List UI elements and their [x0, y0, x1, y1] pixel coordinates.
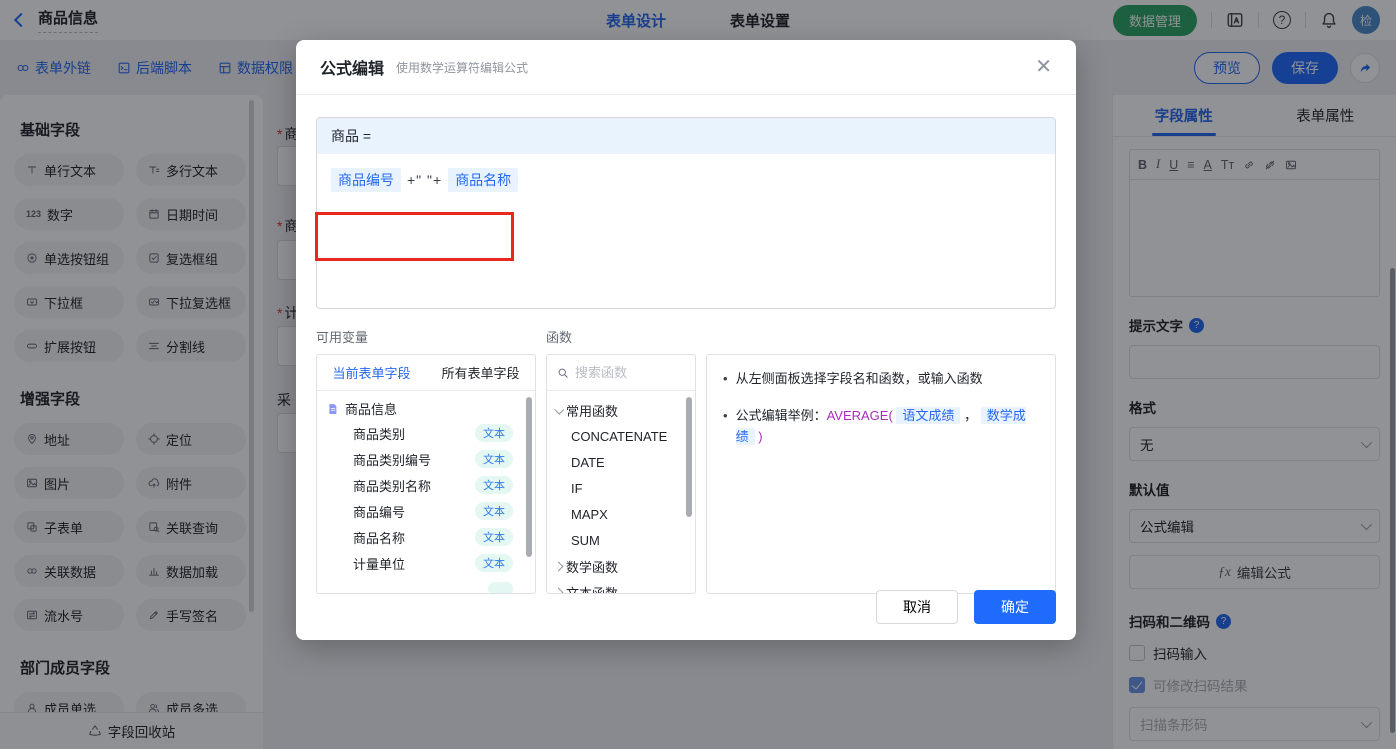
example-function-open: AVERAGE( — [826, 407, 893, 423]
type-badge: 文本 — [475, 476, 513, 494]
tab-current-form-fields[interactable]: 当前表单字段 — [332, 363, 410, 382]
type-badge: 文本 — [475, 424, 513, 442]
function-item[interactable]: IF — [547, 475, 695, 501]
confirm-button[interactable]: 确定 — [974, 590, 1056, 624]
cancel-button[interactable]: 取消 — [876, 590, 958, 624]
formula-field-token[interactable]: 商品编号 — [331, 168, 401, 192]
function-group-math[interactable]: 数学函数 — [547, 553, 695, 579]
functions-scrollbar[interactable] — [686, 397, 692, 517]
document-icon — [327, 403, 339, 415]
functions-pane: 常用函数 CONCATENATE DATE IF MAPX SUM 数学函数 文… — [546, 354, 696, 594]
variable-row[interactable]: 商品类别 文本 — [317, 420, 535, 446]
variable-row[interactable]: 商品编号 文本 — [317, 498, 535, 524]
bullet-dot: • — [723, 407, 728, 423]
close-icon[interactable]: ✕ — [1035, 57, 1052, 77]
formula-editor: 商品 = 商品编号 +" "+ 商品名称 — [316, 117, 1056, 309]
formula-editor-modal: 公式编辑 使用数学运算符编辑公式 ✕ 商品 = 商品编号 +" "+ 商品名称 … — [296, 40, 1076, 640]
formula-expression-area[interactable]: 商品编号 +" "+ 商品名称 — [317, 154, 1055, 206]
tip-line-1: 从左侧面板选择字段名和函数，或输入函数 — [735, 371, 983, 386]
variables-pane: 当前表单字段 所有表单字段 商品信息 商品类别 文本 商品类别编号 文本 商品类别名… — [316, 354, 536, 594]
variable-row[interactable]: 商品类别名称 文本 — [317, 472, 535, 498]
type-badge: 文本 — [475, 450, 513, 468]
function-item[interactable]: MAPX — [547, 501, 695, 527]
formula-operator-token: +" "+ — [407, 172, 443, 188]
chevron-right-icon — [553, 587, 564, 593]
bullet-dot: • — [723, 371, 728, 386]
function-group-text[interactable]: 文本函数 — [547, 579, 695, 593]
function-search[interactable] — [547, 355, 695, 391]
tip-line-2: 公式编辑举例：AVERAGE( 语文成绩 ， 数学成绩 ) — [735, 406, 1026, 445]
variable-row[interactable]: 商品类别编号 文本 — [317, 446, 535, 472]
tips-pane: • 从左侧面板选择字段名和函数，或输入函数 • 公式编辑举例：AVERAGE( 语… — [706, 354, 1056, 594]
type-badge: 文本 — [475, 502, 513, 520]
modal-subtitle: 使用数学运算符编辑公式 — [396, 60, 529, 75]
tab-all-form-fields[interactable]: 所有表单字段 — [441, 363, 519, 382]
variable-row-clipped[interactable] — [317, 576, 535, 593]
modal-title: 公式编辑 — [320, 61, 385, 78]
variables-scrollbar[interactable] — [526, 397, 532, 557]
function-group-common[interactable]: 常用函数 — [547, 397, 695, 423]
formula-target-bar: 商品 = — [317, 118, 1055, 154]
type-badge — [487, 582, 513, 593]
function-item[interactable]: SUM — [547, 527, 695, 553]
variable-row[interactable]: 计量单位 文本 — [317, 550, 535, 576]
variables-pane-label: 可用变量 — [316, 330, 369, 345]
example-arg-chip: 语文成绩 — [896, 406, 961, 424]
functions-pane-label: 函数 — [546, 330, 573, 345]
function-item[interactable]: DATE — [547, 449, 695, 475]
example-function-close: ) — [758, 428, 763, 444]
type-badge: 文本 — [475, 554, 513, 572]
function-item[interactable]: CONCATENATE — [547, 423, 695, 449]
variables-root-node[interactable]: 商品信息 — [317, 391, 535, 420]
formula-target-field: 商品 — [331, 128, 359, 144]
function-search-input[interactable] — [575, 365, 675, 380]
type-badge: 文本 — [475, 528, 513, 546]
chevron-down-icon — [554, 404, 565, 415]
equals-sign: = — [362, 128, 372, 144]
formula-field-token[interactable]: 商品名称 — [448, 168, 519, 192]
search-icon — [557, 367, 569, 379]
variable-row[interactable]: 商品名称 文本 — [317, 524, 535, 550]
chevron-right-icon — [553, 561, 564, 571]
